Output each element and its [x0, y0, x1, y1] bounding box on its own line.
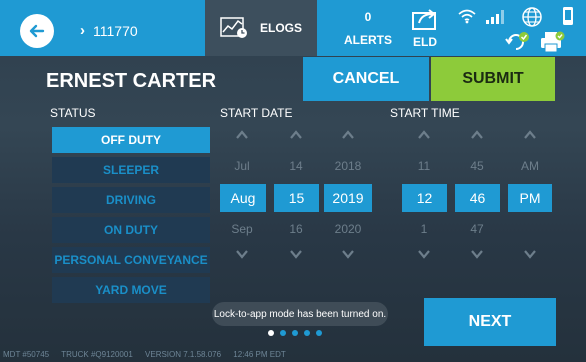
status-label: STATUS [50, 106, 96, 120]
month-next: Sep [231, 222, 253, 236]
page-dot-active [268, 330, 274, 336]
chevron-up-icon [342, 130, 354, 139]
start-time-label: START TIME [390, 106, 460, 120]
day-down-button[interactable] [274, 247, 318, 261]
tab-elogs-label: ELOGS [259, 21, 302, 35]
refresh-check-icon [505, 32, 529, 50]
minute-prev: 45 [470, 159, 484, 173]
vehicle-selector[interactable]: › 111770 [80, 22, 138, 39]
ampm-down-button[interactable] [508, 247, 552, 261]
footer-time: 12:46 PM EDT [233, 350, 286, 359]
tab-eld[interactable]: ELD [401, 0, 449, 56]
page-dot [280, 330, 286, 336]
toast-message: Lock-to-app mode has been turned on. [212, 302, 388, 326]
month-down-button[interactable] [220, 247, 264, 261]
page-dot [304, 330, 310, 336]
cancel-button[interactable]: CANCEL [303, 57, 429, 101]
status-option-off-duty[interactable]: OFF DUTY [52, 127, 210, 153]
hour-prev: 11 [417, 159, 431, 173]
year-current[interactable]: 2019 [324, 184, 372, 212]
elogs-status-change-screen: › 111770 ELOGS 0 ALERTS ELD ERNEST CARTE… [0, 0, 586, 362]
footer-mdt: MDT #50745 [3, 350, 50, 359]
driver-name: ERNEST CARTER [46, 70, 217, 92]
page-indicator [268, 330, 322, 336]
start-date-label: START DATE [220, 106, 293, 120]
tab-elogs[interactable]: ELOGS [205, 0, 317, 56]
month-current[interactable]: Aug [220, 184, 266, 212]
page-dot [316, 330, 322, 336]
chevron-down-icon [342, 250, 354, 259]
day-up-button[interactable] [274, 128, 318, 142]
footer-info: MDT #50745 TRUCK #Q9120001 VERSION 7.1.5… [3, 350, 296, 359]
chevron-up-icon [290, 130, 302, 139]
tab-alerts[interactable]: 0 ALERTS [337, 0, 399, 56]
tab-alerts-label: ALERTS [344, 32, 392, 47]
minute-current[interactable]: 46 [455, 184, 500, 212]
chevron-down-icon [236, 250, 248, 259]
page-dot [292, 330, 298, 336]
year-next: 2020 [334, 222, 362, 236]
alerts-count: 0 [364, 9, 372, 24]
hour-current[interactable]: 12 [402, 184, 447, 212]
globe-icon [522, 7, 542, 27]
footer-version: VERSION 7.1.58.076 [145, 350, 222, 359]
status-option-sleeper[interactable]: SLEEPER [52, 157, 210, 183]
hour-down-button[interactable] [402, 247, 446, 261]
tab-eld-label: ELD [413, 35, 437, 49]
submit-button[interactable]: SUBMIT [431, 57, 555, 101]
month-prev: Jul [234, 159, 250, 173]
status-option-driving[interactable]: DRIVING [52, 187, 210, 213]
minute-up-button[interactable] [455, 128, 499, 142]
ampm-up-button[interactable] [508, 128, 552, 142]
day-prev: 14 [289, 159, 303, 173]
signal-bars-icon [486, 10, 504, 24]
status-option-yard-move[interactable]: YARD MOVE [52, 277, 210, 303]
next-button[interactable]: NEXT [424, 298, 556, 346]
back-button[interactable] [20, 14, 54, 48]
month-up-button[interactable] [220, 128, 264, 142]
phone-icon [563, 7, 573, 25]
year-down-button[interactable] [326, 247, 370, 261]
printer-check-icon [541, 31, 565, 53]
status-list: OFF DUTY SLEEPER DRIVING ON DUTY PERSONA… [52, 127, 210, 307]
year-up-button[interactable] [326, 128, 370, 142]
status-indicators [455, 4, 583, 54]
year-prev: 2018 [334, 159, 362, 173]
day-next: 16 [289, 222, 303, 236]
hour-next: 1 [420, 222, 428, 236]
chevron-up-icon [418, 130, 430, 139]
ampm-prev: AM [521, 159, 539, 173]
top-bar: › 111770 ELOGS 0 ALERTS ELD [0, 0, 586, 56]
day-current[interactable]: 15 [274, 184, 319, 212]
ampm-current[interactable]: PM [508, 184, 552, 212]
chevron-down-icon [418, 250, 430, 259]
chevron-right-icon: › [80, 22, 85, 39]
minute-next: 47 [470, 222, 484, 236]
status-option-on-duty[interactable]: ON DUTY [52, 217, 210, 243]
wifi-icon [458, 9, 476, 24]
hour-up-button[interactable] [402, 128, 446, 142]
elogs-chart-icon [220, 17, 247, 38]
chevron-up-icon [471, 130, 483, 139]
chevron-down-icon [524, 250, 536, 259]
minute-down-button[interactable] [455, 247, 499, 261]
chevron-up-icon [236, 130, 248, 139]
chevron-up-icon [524, 130, 536, 139]
vehicle-number: 111770 [93, 22, 138, 39]
status-option-personal-conveyance[interactable]: PERSONAL CONVEYANCE [52, 247, 210, 273]
chevron-down-icon [471, 250, 483, 259]
back-arrow-icon [29, 24, 45, 38]
chevron-down-icon [290, 250, 302, 259]
footer-truck: TRUCK #Q9120001 [61, 350, 133, 359]
eld-share-icon [412, 9, 436, 30]
